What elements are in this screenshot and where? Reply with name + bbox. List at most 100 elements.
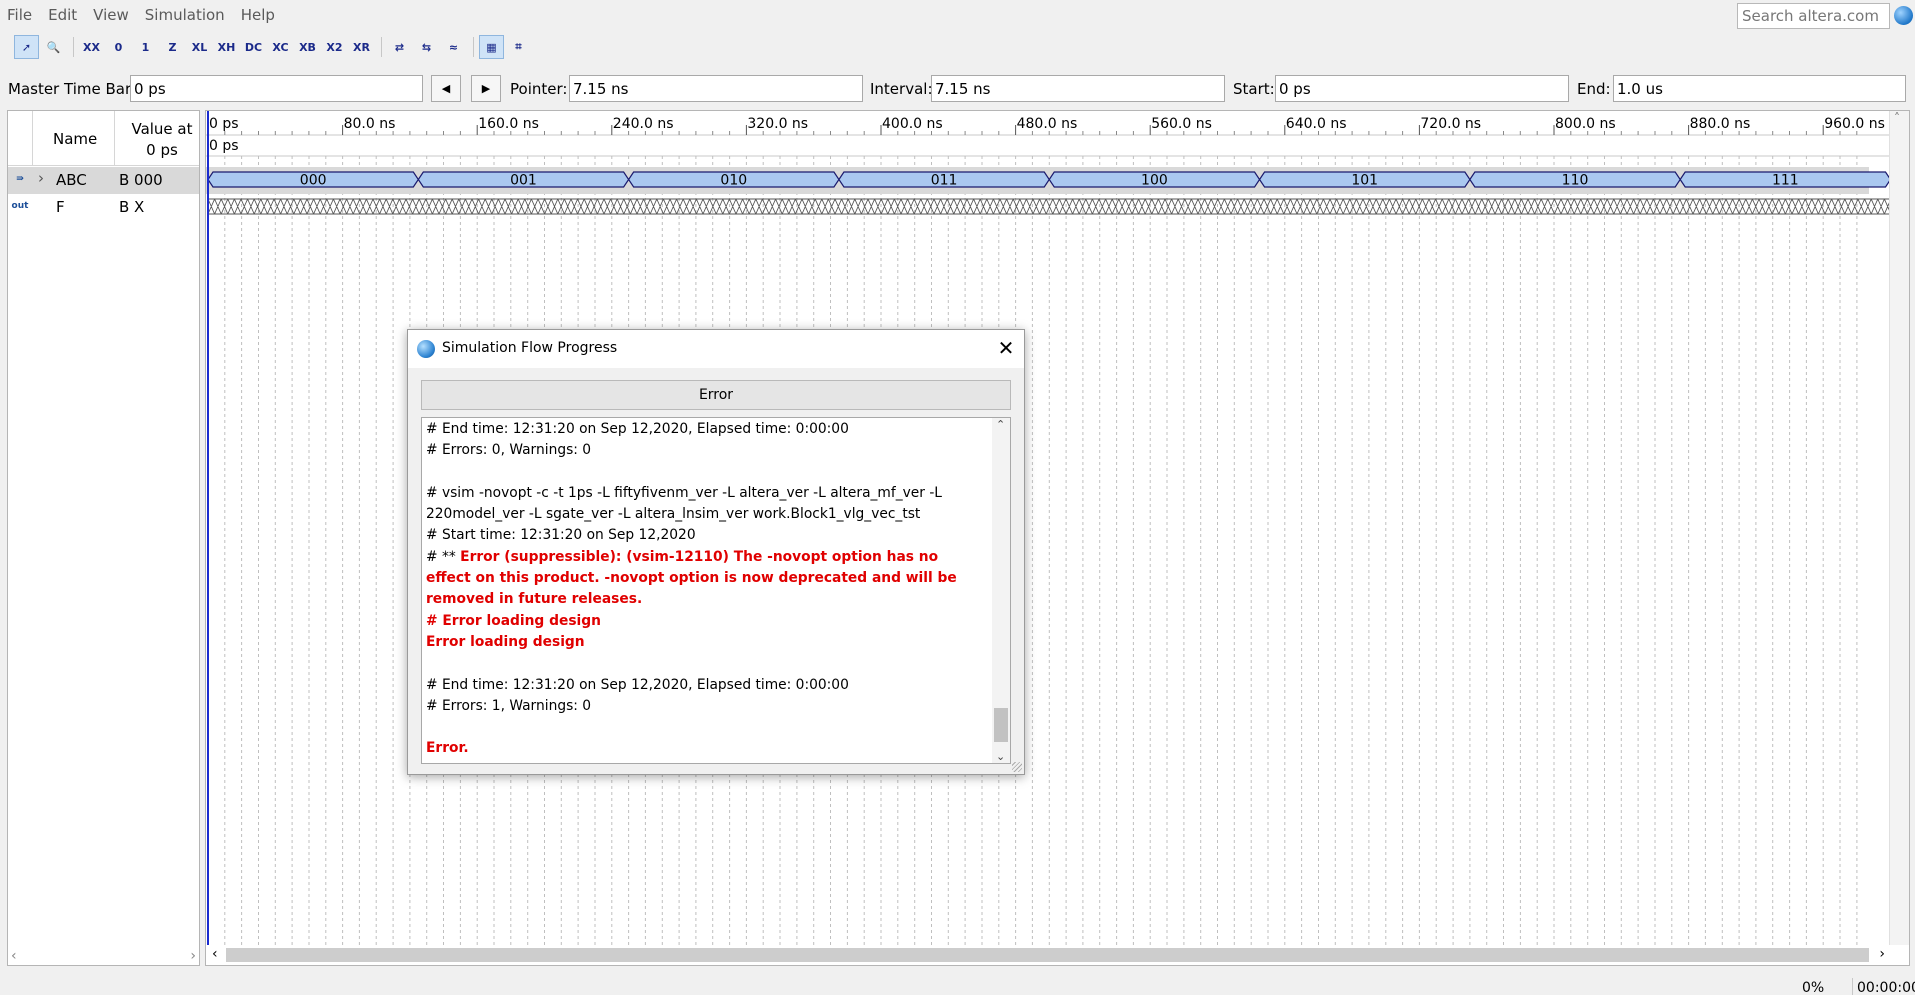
next-transition-button[interactable]: ▶ <box>471 75 501 102</box>
resize-grip-icon[interactable] <box>1012 762 1022 772</box>
scroll-right-icon[interactable]: › <box>190 948 196 964</box>
ruler-tick-label: 400.0 ns <box>882 116 943 132</box>
previous-transition-button[interactable]: ◀ <box>431 75 461 102</box>
ruler-tick-label: 480.0 ns <box>1017 116 1078 132</box>
output-pin-icon: out <box>11 201 29 211</box>
waveform-horizontal-scrollbar[interactable]: ‹ › <box>206 945 1909 965</box>
log-line: # Error loading design <box>426 612 601 629</box>
column-divider <box>32 111 33 166</box>
menu-simulation[interactable]: Simulation <box>138 6 234 24</box>
scroll-left-icon[interactable]: ‹ <box>212 946 218 962</box>
scroll-down-icon[interactable]: ⌄ <box>996 750 1005 763</box>
scroll-up-icon[interactable]: ⌃ <box>996 418 1005 431</box>
signal-row-abc[interactable]: ⇛ › ABC B 000 <box>8 167 199 194</box>
expand-chevron-icon[interactable]: › <box>38 169 44 187</box>
pointer-label: Pointer: <box>510 80 568 98</box>
ruler-tick-label: 560.0 ns <box>1151 116 1212 132</box>
zoom-tool-icon[interactable]: 🔍 <box>41 35 66 59</box>
progress-percent: 0% <box>1802 980 1825 995</box>
arrow-left-icon: ◀ <box>441 82 451 95</box>
search-input[interactable]: Search altera.com <box>1737 3 1890 29</box>
random-value-icon[interactable]: XR <box>349 35 374 59</box>
scroll-right-icon[interactable]: › <box>1879 946 1885 962</box>
interval-label: Interval: <box>870 80 933 98</box>
interval-field[interactable]: 7.15 ns <box>931 75 1225 102</box>
ruler-tick-label: 80.0 ns <box>344 116 396 132</box>
bus-segment-value: 011 <box>931 173 958 189</box>
log-line: # Errors: 0, Warnings: 0 <box>426 442 592 459</box>
bus-segment-value: 001 <box>510 173 537 189</box>
close-button[interactable]: ✕ <box>993 335 1019 361</box>
dont-care-icon[interactable]: DC <box>241 35 266 59</box>
end-label: End: <box>1577 80 1611 98</box>
scroll-up-icon[interactable]: ˄ <box>1894 111 1900 125</box>
weak-high-icon[interactable]: XH <box>214 35 239 59</box>
snap-to-grid-icon[interactable]: ▦ <box>479 35 504 59</box>
master-time-bar-field[interactable]: 0 ps <box>130 75 423 102</box>
bus-segment-value: 000 <box>300 173 327 189</box>
status-bar: 0% 00:00:00 <box>0 968 1915 995</box>
log-line: # End time: 12:31:20 on Sep 12,2020, Ela… <box>426 676 849 693</box>
functional-sim-icon[interactable]: ⇄ <box>387 35 412 59</box>
ruler-tick-label: 320.0 ns <box>747 116 808 132</box>
timing-sim-icon[interactable]: ⇆ <box>414 35 439 59</box>
ruler-tick-label: 880.0 ns <box>1690 116 1751 132</box>
weak-low-icon[interactable]: XL <box>187 35 212 59</box>
forcing-unknown-icon[interactable]: XX <box>79 35 104 59</box>
log-text: # End time: 12:31:20 on Sep 12,2020, Ela… <box>426 419 986 760</box>
dialog-title: Simulation Flow Progress <box>442 340 618 356</box>
menu-view[interactable]: View <box>86 6 138 24</box>
column-divider[interactable] <box>114 111 115 166</box>
count-value-icon[interactable]: XB <box>295 35 320 59</box>
signal-list-scrollbar[interactable]: ‹ › <box>8 947 199 965</box>
app-logo-icon <box>417 340 435 358</box>
signal-value: B X <box>119 198 145 216</box>
forcing-high-icon[interactable]: 1 <box>133 35 158 59</box>
globe-icon[interactable] <box>1894 6 1913 25</box>
menu-help[interactable]: Help <box>234 6 284 24</box>
menu-file[interactable]: File <box>0 6 41 24</box>
signal-value: B 000 <box>119 171 163 189</box>
generate-netlist-icon[interactable]: ≈ <box>441 35 466 59</box>
value-column-header[interactable]: Value at 0 ps <box>125 119 199 161</box>
log-scrollbar[interactable]: ⌃ ⌄ <box>992 418 1010 763</box>
simulation-flow-progress-dialog: Simulation Flow Progress ✕ Error # End t… <box>407 329 1025 775</box>
start-field[interactable]: 0 ps <box>1275 75 1569 102</box>
log-output[interactable]: # End time: 12:31:20 on Sep 12,2020, Ela… <box>421 417 1011 764</box>
bus-segment-value: 110 <box>1562 173 1589 189</box>
log-prefix: # ** <box>426 548 461 565</box>
toolbar-separator <box>473 37 474 57</box>
bus-segment-value: 101 <box>1351 173 1378 189</box>
status-bar-label: Error <box>421 380 1011 410</box>
log-line: # End time: 12:31:20 on Sep 12,2020, Ela… <box>426 421 849 437</box>
ruler-tick-label: 640.0 ns <box>1286 116 1347 132</box>
pointer-field[interactable]: 7.15 ns <box>569 75 863 102</box>
value-header-line1: Value at <box>131 120 193 138</box>
close-icon: ✕ <box>997 336 1015 360</box>
dialog-title-bar[interactable]: Simulation Flow Progress ✕ <box>408 330 1024 368</box>
high-impedance-icon[interactable]: Z <box>160 35 185 59</box>
input-pin-icon: ⇛ <box>16 174 24 184</box>
grid-settings-icon[interactable]: ⌗ <box>506 35 531 59</box>
start-label: Start: <box>1233 80 1275 98</box>
arrow-right-icon: ▶ <box>481 82 491 95</box>
log-error-text: Error (suppressible): (vsim-12110) The -… <box>426 548 962 608</box>
clock-icon[interactable]: X2 <box>322 35 347 59</box>
forcing-low-icon[interactable]: 0 <box>106 35 131 59</box>
signal-name: F <box>56 198 65 216</box>
selection-tool-icon[interactable]: ➚ <box>14 35 39 59</box>
scrollbar-thumb[interactable] <box>994 708 1008 742</box>
menu-edit[interactable]: Edit <box>41 6 86 24</box>
ruler-tick-label: 960.0 ns <box>1824 116 1885 132</box>
ruler-tick-label: 0 ps <box>209 116 239 132</box>
ruler-tick-label: 720.0 ns <box>1420 116 1481 132</box>
name-column-header[interactable]: Name <box>53 130 97 148</box>
signal-row-f[interactable]: out F B X <box>8 194 199 221</box>
end-field[interactable]: 1.0 us <box>1613 75 1906 102</box>
invert-icon[interactable]: XC <box>268 35 293 59</box>
log-line: Error. <box>426 740 469 757</box>
scrollbar-thumb[interactable] <box>226 948 1869 962</box>
waveform-vertical-scrollbar[interactable]: ˄ <box>1889 111 1909 965</box>
scroll-left-icon[interactable]: ‹ <box>11 948 17 964</box>
